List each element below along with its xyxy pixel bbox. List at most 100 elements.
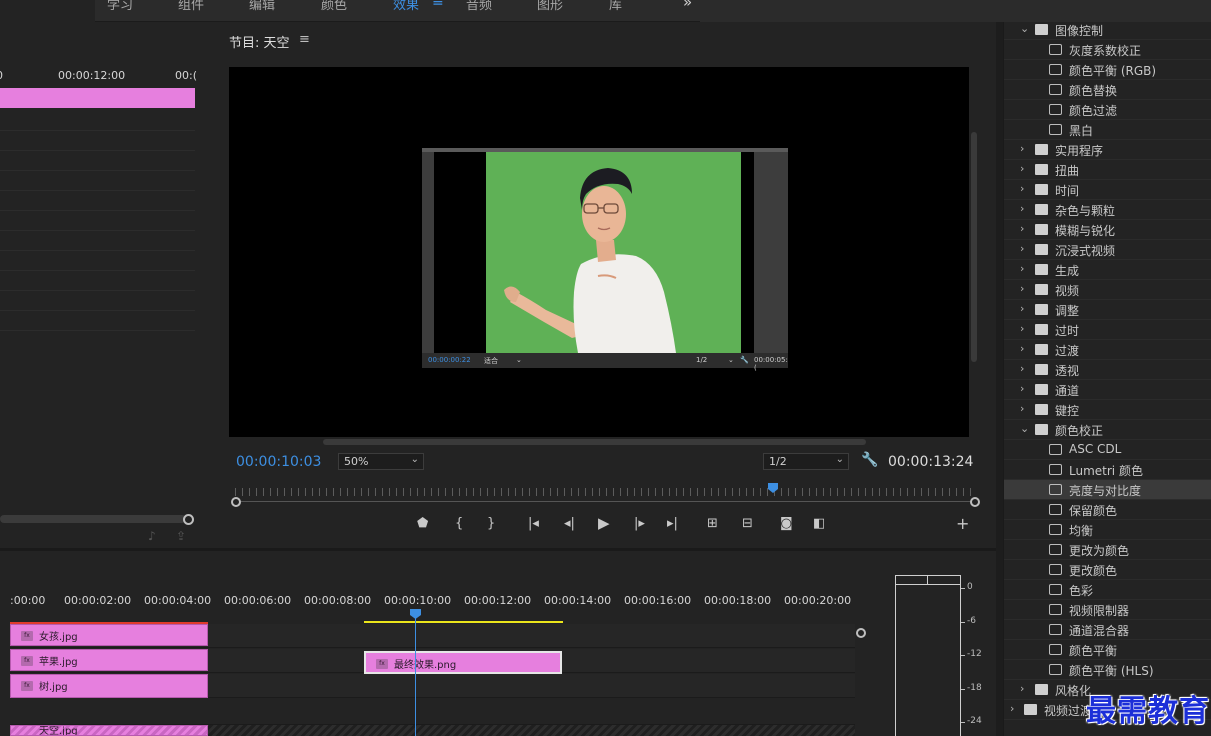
timeline-clip[interactable]: fx 女孩.jpg xyxy=(10,624,208,646)
effects-folder-item[interactable]: ⌄ 图像控制 xyxy=(1004,20,1211,40)
chevron-right-icon[interactable]: › xyxy=(1020,382,1024,395)
extract-icon[interactable]: ⊟ xyxy=(742,516,753,531)
export-frame-camera-icon[interactable]: ◙ xyxy=(780,516,793,531)
timeline-clip[interactable]: fx 树.jpg xyxy=(10,674,208,698)
chevron-right-icon[interactable]: › xyxy=(1020,202,1024,215)
effects-folder-item[interactable]: › 生成 xyxy=(1004,260,1211,280)
step-back-icon[interactable]: ◂| xyxy=(564,516,575,531)
program-current-timecode[interactable]: 00:00:10:03 xyxy=(236,454,321,470)
ws-tab-color[interactable]: 颜色 xyxy=(321,0,347,13)
effects-folder-item[interactable]: › 过时 xyxy=(1004,320,1211,340)
effects-item[interactable]: 亮度与对比度 xyxy=(1004,480,1211,500)
effects-folder-item[interactable]: › 调整 xyxy=(1004,300,1211,320)
effects-item[interactable]: 颜色平衡 xyxy=(1004,640,1211,660)
chevron-down-icon[interactable]: ⌄ xyxy=(1020,422,1029,435)
effects-folder-item[interactable]: › 扭曲 xyxy=(1004,160,1211,180)
effects-folder-item[interactable]: › 沉浸式视频 xyxy=(1004,240,1211,260)
more-workspaces-icon[interactable]: » xyxy=(683,0,692,11)
viewer-vertical-scrollbar[interactable] xyxy=(971,132,977,362)
effects-folder-item[interactable]: › 杂色与颗粒 xyxy=(1004,200,1211,220)
effects-item[interactable]: 灰度系数校正 xyxy=(1004,40,1211,60)
chevron-right-icon[interactable]: › xyxy=(1020,322,1024,335)
effects-item[interactable]: 更改颜色 xyxy=(1004,560,1211,580)
effects-item[interactable]: 颜色替换 xyxy=(1004,80,1211,100)
program-viewer[interactable]: 00:00:00:22 适合 ⌄ 1/2 ⌄ 🔧 00:00:05:( xyxy=(229,67,969,437)
ws-tab-audio[interactable]: 音频 xyxy=(466,0,492,13)
ws-tab-assembly[interactable]: 组件 xyxy=(178,0,204,13)
chevron-right-icon[interactable]: › xyxy=(1020,182,1024,195)
ws-tab-libraries[interactable]: 库 xyxy=(609,0,622,13)
play-icon[interactable]: ▶ xyxy=(598,514,610,532)
chevron-right-icon[interactable]: › xyxy=(1020,242,1024,255)
effects-folder-item[interactable]: › 键控 xyxy=(1004,400,1211,420)
viewer-horizontal-scrollbar[interactable] xyxy=(323,439,866,445)
effects-item[interactable]: 颜色平衡 (HLS) xyxy=(1004,660,1211,680)
timeline-playhead-line[interactable] xyxy=(415,611,416,736)
zoom-select[interactable]: 50% ⌄ xyxy=(338,453,424,470)
comparison-view-icon[interactable]: ◧ xyxy=(813,516,825,531)
settings-wrench-icon[interactable]: 🔧 xyxy=(861,452,878,468)
chevron-right-icon[interactable]: › xyxy=(1020,362,1024,375)
zoom-end-handle[interactable] xyxy=(970,497,980,507)
ws-tab-learn[interactable]: 学习 xyxy=(107,0,133,13)
step-forward-icon[interactable]: |▸ xyxy=(634,516,645,531)
mark-in-icon[interactable]: { xyxy=(455,516,463,531)
chevron-right-icon[interactable]: › xyxy=(1020,682,1024,695)
timeline-clip-selected[interactable]: fx 最终效果.png xyxy=(364,651,562,674)
effects-folder-item[interactable]: › 视频 xyxy=(1004,280,1211,300)
insert-icon[interactable]: ♪ xyxy=(148,529,156,543)
work-area-bar[interactable] xyxy=(364,621,563,623)
effects-item[interactable]: 黑白 xyxy=(1004,120,1211,140)
source-zoom-handle[interactable] xyxy=(183,514,194,525)
ws-tab-effects[interactable]: 效果 xyxy=(393,0,419,13)
chevron-down-icon[interactable]: ⌄ xyxy=(1020,22,1029,35)
lift-icon[interactable]: ⊞ xyxy=(707,516,718,531)
timeline-scroll-handle[interactable] xyxy=(856,628,866,638)
chevron-right-icon[interactable]: › xyxy=(1020,222,1024,235)
timeline-ruler[interactable]: :00:00 00:00:02:00 00:00:04:00 00:00:06:00 0… xyxy=(10,594,860,608)
effects-folder-item[interactable]: › 透视 xyxy=(1004,360,1211,380)
effects-item[interactable]: 通道混合器 xyxy=(1004,620,1211,640)
effects-item[interactable]: Lumetri 颜色 xyxy=(1004,460,1211,480)
source-scrollbar[interactable] xyxy=(0,515,186,523)
chevron-right-icon[interactable]: › xyxy=(1020,142,1024,155)
timeline-clip[interactable]: 天空.jpg xyxy=(10,725,208,736)
zoom-start-handle[interactable] xyxy=(231,497,241,507)
effects-folder-item[interactable]: › 时间 xyxy=(1004,180,1211,200)
effects-item[interactable]: 颜色过滤 xyxy=(1004,100,1211,120)
mark-out-icon[interactable]: } xyxy=(487,516,495,531)
add-marker-icon[interactable]: ⬟ xyxy=(417,516,428,531)
chevron-right-icon[interactable]: › xyxy=(1020,282,1024,295)
chevron-right-icon[interactable]: › xyxy=(1020,402,1024,415)
ws-tab-graphics[interactable]: 图形 xyxy=(537,0,563,13)
effects-item[interactable]: 均衡 xyxy=(1004,520,1211,540)
resolution-select[interactable]: 1/2 ⌄ xyxy=(763,453,849,470)
chevron-right-icon[interactable]: › xyxy=(1010,702,1014,715)
program-zoom-bar[interactable] xyxy=(235,501,975,502)
effects-folder-item[interactable]: › 过渡 xyxy=(1004,340,1211,360)
program-time-ruler[interactable] xyxy=(235,488,975,496)
timeline-playhead[interactable] xyxy=(410,609,421,619)
effects-item[interactable]: 色彩 xyxy=(1004,580,1211,600)
effects-item[interactable]: 更改为颜色 xyxy=(1004,540,1211,560)
button-editor-plus-icon[interactable]: + xyxy=(956,514,969,533)
chevron-right-icon[interactable]: › xyxy=(1020,302,1024,315)
timeline-clip[interactable]: fx 苹果.jpg xyxy=(10,649,208,671)
export-icon[interactable]: ⇪ xyxy=(176,529,186,543)
chevron-right-icon[interactable]: › xyxy=(1020,262,1024,275)
effects-folder-item[interactable]: › 实用程序 xyxy=(1004,140,1211,160)
chevron-right-icon[interactable]: › xyxy=(1020,162,1024,175)
ws-tab-editing[interactable]: 编辑 xyxy=(249,0,275,13)
effects-item[interactable]: ASC CDL xyxy=(1004,440,1211,460)
program-menu-icon[interactable]: ≡ xyxy=(299,32,310,47)
effects-item[interactable]: 颜色平衡 (RGB) xyxy=(1004,60,1211,80)
effects-item[interactable]: 保留颜色 xyxy=(1004,500,1211,520)
effects-folder-item[interactable]: ⌄ 颜色校正 xyxy=(1004,420,1211,440)
program-title[interactable]: 节目: 天空 xyxy=(229,32,290,51)
chevron-right-icon[interactable]: › xyxy=(1020,342,1024,355)
effects-folder-item[interactable]: › 通道 xyxy=(1004,380,1211,400)
effects-item[interactable]: 视频限制器 xyxy=(1004,600,1211,620)
go-to-in-icon[interactable]: |◂ xyxy=(528,516,539,531)
go-to-out-icon[interactable]: ▸| xyxy=(667,516,678,531)
workspace-menu-icon[interactable]: ≡ xyxy=(432,0,444,10)
